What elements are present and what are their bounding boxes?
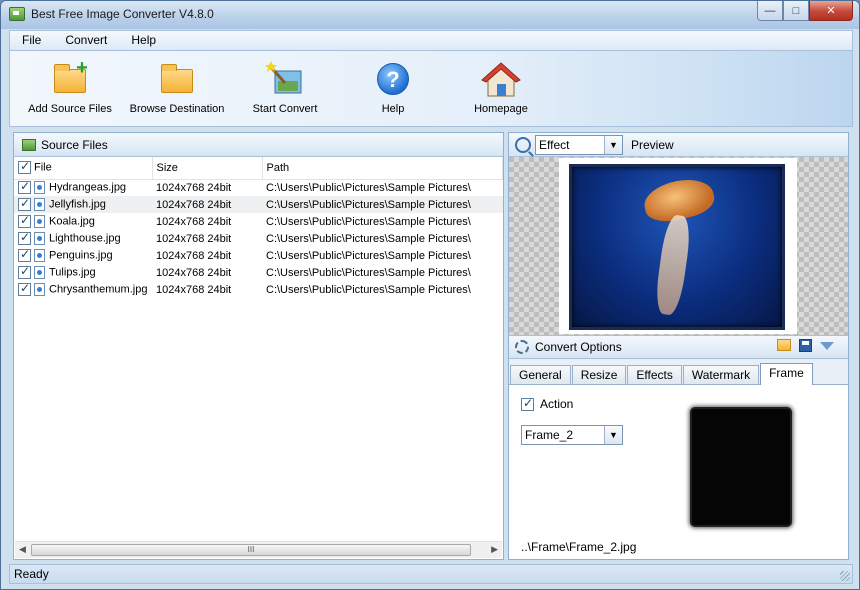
homepage-button[interactable]: Homepage (446, 61, 556, 123)
source-files-header: Source Files (14, 133, 503, 157)
row-checkbox[interactable] (18, 230, 31, 245)
add-folder-icon: + (50, 58, 90, 99)
add-source-files-label: Add Source Files (28, 103, 112, 115)
effect-select[interactable]: Effect ▼ (535, 134, 623, 155)
select-all-checkbox[interactable] (18, 159, 31, 175)
resize-grip-icon[interactable] (840, 571, 850, 581)
image-file-icon (34, 266, 45, 279)
tab-frame[interactable]: Frame (760, 363, 813, 385)
add-source-files-button[interactable]: + Add Source Files (15, 58, 125, 123)
action-checkbox-row[interactable]: Action (521, 396, 574, 411)
column-header-file[interactable]: File (14, 157, 153, 180)
options-tabs: General Resize Effects Watermark Frame (509, 363, 848, 385)
preview-options-panel: Effect ▼ Preview Convert Options General… (508, 132, 849, 560)
row-checkbox[interactable] (18, 213, 31, 228)
close-button[interactable]: ✕ (809, 1, 853, 21)
source-files-title: Source Files (41, 137, 108, 152)
title-bar[interactable]: Best Free Image Converter V4.8.0 — □ ✕ (1, 1, 859, 29)
help-icon: ? (373, 61, 413, 99)
table-row[interactable]: Tulips.jpg 1024x768 24bit C:\Users\Publi… (14, 264, 503, 281)
tab-resize[interactable]: Resize (571, 365, 627, 385)
minimize-button[interactable]: — (757, 1, 783, 21)
convert-options-header: Convert Options (509, 335, 848, 359)
table-row[interactable]: Jellyfish.jpg 1024x768 24bit C:\Users\Pu… (14, 196, 503, 213)
action-checkbox[interactable] (521, 396, 534, 411)
column-header-path[interactable]: Path (262, 157, 503, 180)
status-bar: Ready (9, 564, 853, 584)
tab-watermark[interactable]: Watermark (682, 365, 760, 385)
scrollbar-thumb[interactable]: III (31, 544, 471, 556)
tab-general[interactable]: General (510, 365, 571, 385)
scroll-right-icon[interactable]: ▶ (491, 544, 498, 555)
row-checkbox[interactable] (18, 196, 31, 211)
convert-options-title: Convert Options (535, 340, 622, 354)
start-convert-button[interactable]: Start Convert (230, 61, 340, 123)
chevron-down-icon[interactable]: ▼ (604, 135, 622, 154)
jellyfish-photo (569, 164, 785, 330)
frame-select[interactable]: Frame_2 ▼ (521, 425, 623, 445)
image-file-icon (34, 283, 45, 296)
window-title: Best Free Image Converter V4.8.0 (31, 7, 214, 21)
browse-destination-label: Browse Destination (129, 103, 225, 115)
row-checkbox[interactable] (18, 264, 31, 279)
start-convert-label: Start Convert (252, 103, 318, 115)
frame-path-label: ..\Frame\Frame_2.jpg (521, 540, 637, 554)
toolbar: + Add Source Files Browse Destination St… (9, 51, 853, 127)
homepage-label: Homepage (474, 103, 528, 115)
help-button[interactable]: ? Help (338, 61, 448, 123)
magic-wand-icon (265, 61, 305, 99)
image-file-icon (34, 181, 45, 195)
table-row[interactable]: Chrysanthemum.jpg 1024x768 24bit C:\User… (14, 281, 503, 298)
open-folder-icon[interactable] (777, 339, 791, 351)
source-files-table: File Size Path Hydrangeas.jpg 1024x768 2… (14, 157, 503, 298)
tab-effects[interactable]: Effects (627, 365, 682, 385)
table-row[interactable]: Hydrangeas.jpg 1024x768 24bit C:\Users\P… (14, 179, 503, 196)
preview-canvas (509, 157, 848, 335)
source-files-panel: Source Files File Size Path Hydrangeas.j… (13, 132, 504, 560)
preview-label: Preview (631, 137, 674, 152)
table-row[interactable]: Penguins.jpg 1024x768 24bit C:\Users\Pub… (14, 247, 503, 264)
image-file-icon (34, 232, 45, 245)
home-icon (481, 61, 521, 99)
image-file-icon (34, 198, 45, 211)
column-header-size[interactable]: Size (152, 157, 263, 180)
menu-bar: File Convert Help (9, 30, 853, 51)
gear-icon (515, 340, 529, 354)
image-file-icon (34, 249, 45, 262)
image-icon (22, 138, 36, 151)
zoom-icon[interactable] (515, 136, 531, 153)
folder-icon (157, 61, 197, 99)
horizontal-scrollbar[interactable]: ◀ III ▶ (15, 541, 502, 558)
frame-tab-content: Action Frame_2 ▼ ..\Frame\Frame_2.jpg (509, 384, 848, 559)
table-row[interactable]: Lighthouse.jpg 1024x768 24bit C:\Users\P… (14, 230, 503, 247)
scroll-left-icon[interactable]: ◀ (19, 544, 26, 555)
status-text: Ready (14, 567, 49, 581)
table-row[interactable]: Koala.jpg 1024x768 24bit C:\Users\Public… (14, 213, 503, 230)
row-checkbox[interactable] (18, 179, 31, 195)
app-window: Best Free Image Converter V4.8.0 — □ ✕ F… (0, 0, 860, 590)
help-label: Help (381, 103, 405, 115)
collapse-icon[interactable] (820, 342, 834, 350)
browse-destination-button[interactable]: Browse Destination (122, 61, 232, 123)
preview-header: Effect ▼ Preview (509, 133, 848, 157)
menu-convert[interactable]: Convert (53, 31, 119, 50)
preview-image (559, 158, 797, 334)
menu-help[interactable]: Help (119, 31, 168, 50)
menu-file[interactable]: File (10, 31, 53, 50)
row-checkbox[interactable] (18, 281, 31, 296)
row-checkbox[interactable] (18, 247, 31, 262)
save-icon[interactable] (799, 339, 812, 352)
app-logo-icon (9, 7, 25, 21)
maximize-button[interactable]: □ (783, 1, 809, 21)
frame-thumbnail (687, 403, 797, 531)
chevron-down-icon[interactable]: ▼ (604, 426, 622, 444)
image-file-icon (34, 215, 45, 228)
action-label: Action (540, 397, 574, 411)
